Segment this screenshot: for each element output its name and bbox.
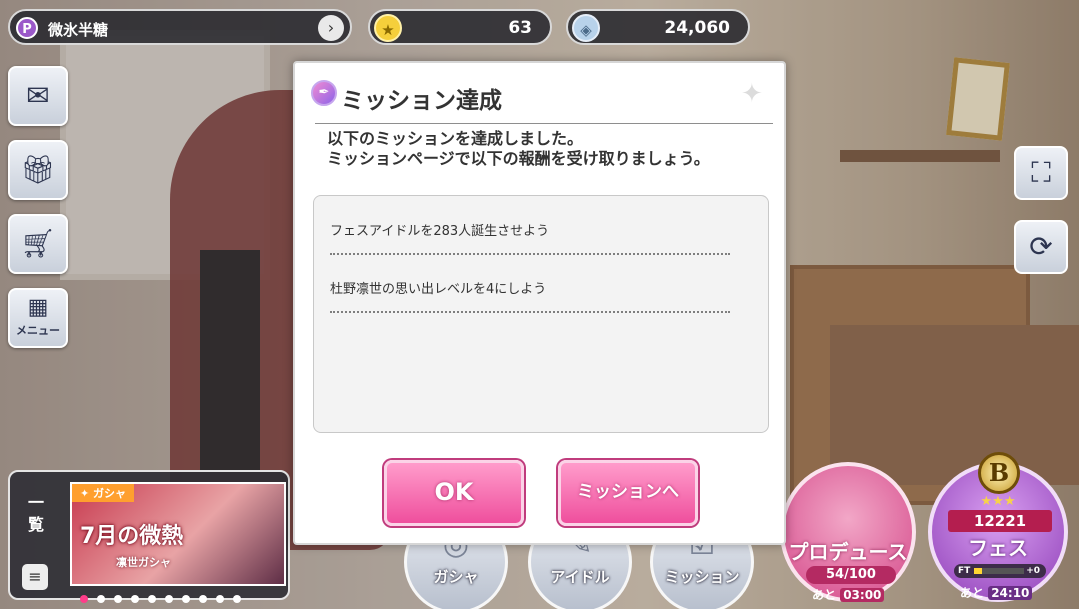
pagination-dot[interactable] (114, 595, 122, 603)
refresh-icon: ⟳ (1029, 230, 1053, 263)
produce-count: 54/100 (806, 566, 896, 584)
pagination-dot[interactable] (131, 595, 139, 603)
dialog-title: ミッション達成 (341, 88, 502, 114)
jewel-icon: ◈ (572, 14, 600, 42)
menu-button[interactable]: ▦ メニュー (8, 288, 68, 348)
divider (315, 123, 773, 124)
menu-label: メニュー (16, 324, 60, 337)
rank-stars-icon: ★★★ (980, 494, 1016, 509)
pagination-dot[interactable] (199, 595, 207, 603)
pagination-dot[interactable] (216, 595, 224, 603)
gacha-banner[interactable]: ✦ ガシャ 7月の微熱 凛世ガシャ (70, 482, 286, 586)
feather-icon: ✒ (311, 80, 337, 106)
list-item: 杜野凛世の思い出レベルを4にしよう (330, 278, 730, 313)
nav-mission-label: ミッション (664, 568, 740, 586)
gacha-title: 7月の微熱 (80, 524, 184, 549)
grid-icon: ▦ (27, 295, 49, 320)
shop-button[interactable]: 🛒︎ (8, 214, 68, 274)
list-label[interactable]: 一 覧 (18, 492, 54, 536)
produce-label: プロデュース (788, 540, 908, 564)
fes-button[interactable]: B ★★★ 12221 フェス FT +0 あと 24:10 (928, 452, 1068, 602)
gacha-tag: ✦ ガシャ (72, 484, 135, 502)
pagination-dot[interactable] (97, 595, 105, 603)
star-count: 63 (508, 18, 532, 38)
banner-pagination (80, 588, 250, 607)
fullscreen-icon: ⛶ (1031, 156, 1051, 189)
pagination-dot[interactable] (233, 595, 241, 603)
hamburger-icon[interactable]: ≡ (22, 564, 48, 590)
gacha-subtitle: 凛世ガシャ (116, 556, 171, 569)
mail-icon: ✉ (26, 79, 50, 112)
go-to-mission-button[interactable]: ミッションへ (558, 460, 698, 526)
list-item: フェスアイドルを283人誕生させよう (330, 220, 730, 255)
refresh-button[interactable]: ⟳ (1014, 220, 1068, 274)
profile-bar[interactable]: P 微氷半糖 › (8, 9, 352, 45)
star-currency: ★ 63 (368, 9, 552, 45)
pagination-dot[interactable] (182, 595, 190, 603)
pagination-dot[interactable] (80, 595, 88, 603)
fes-score: 12221 (948, 510, 1052, 532)
jewel-count: 24,060 (664, 18, 730, 38)
fes-timer: あと 24:10 (960, 584, 1033, 601)
present-button[interactable]: 🎁︎ (8, 140, 68, 200)
fullscreen-button[interactable]: ⛶ (1014, 146, 1068, 200)
mission-list[interactable]: フェスアイドルを283人誕生させよう 杜野凛世の思い出レベルを4にしよう (313, 195, 769, 433)
producer-badge-icon: P (16, 17, 38, 39)
mission-complete-dialog: ✒ ミッション達成 ✦ 以下のミッションを達成しました。 ミッションページで以下… (293, 61, 786, 545)
nav-idol-label: アイドル (550, 568, 610, 586)
ft-gauge: FT +0 (954, 564, 1046, 578)
sparkle-icon: ✦ (741, 79, 763, 109)
ok-button[interactable]: OK (384, 460, 524, 526)
gacha-panel: 一 覧 ≡ ✦ ガシャ 7月の微熱 凛世ガシャ (8, 470, 290, 603)
pagination-dot[interactable] (148, 595, 156, 603)
pagination-dot[interactable] (165, 595, 173, 603)
nav-gacha-label: ガシャ (433, 568, 479, 586)
gift-icon: 🎁︎ (20, 153, 56, 186)
chevron-right-icon[interactable]: › (318, 15, 344, 41)
producer-name: 微氷半糖 (48, 21, 109, 39)
produce-button[interactable]: プロデュース 54/100 あと 03:00 (780, 462, 916, 602)
mail-button[interactable]: ✉ (8, 66, 68, 126)
cart-icon: 🛒︎ (20, 227, 56, 260)
star-icon: ★ (374, 14, 402, 42)
dialog-message: 以下のミッションを達成しました。 ミッションページで以下の報酬を受け取りましょう… (327, 129, 710, 168)
fes-rank-badge: B (978, 452, 1020, 494)
fes-label: フェス (968, 536, 1028, 560)
produce-timer: あと 03:00 (812, 586, 885, 603)
jewel-currency: ◈ 24,060 (566, 9, 750, 45)
